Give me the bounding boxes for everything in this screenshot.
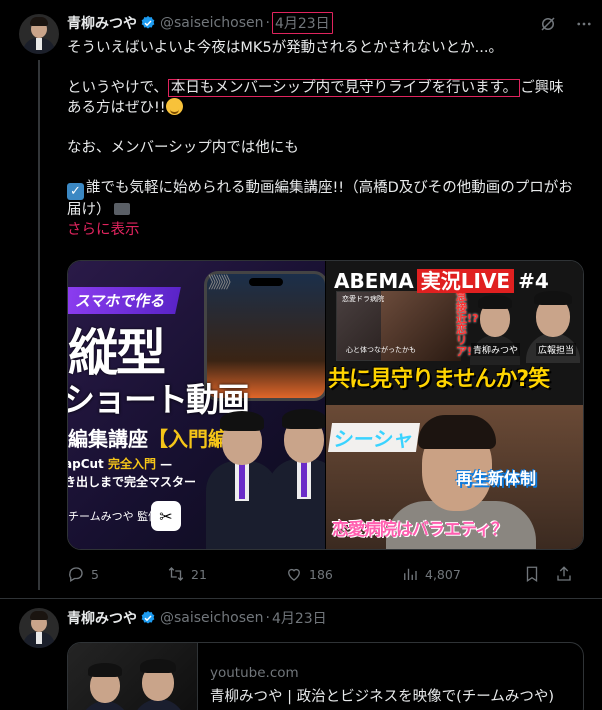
link-card-body: youtube.com 青柳みつや | 政治とビジネスを映像で(チームみつや) <box>198 643 566 710</box>
wink-emoji-icon <box>165 98 183 115</box>
author-handle[interactable]: @saiseichosen <box>160 610 263 626</box>
view-count: 4,807 <box>425 566 461 582</box>
repost-icon <box>168 567 184 581</box>
link-card-domain: youtube.com <box>210 665 299 681</box>
media-caption: 恋愛病院はバラエティ？ <box>332 519 508 540</box>
media-caption: apCut 完全入門 — <box>68 455 172 472</box>
author-handle[interactable]: @saiseichosen <box>160 15 263 31</box>
check-emoji-icon: ✓ <box>67 183 84 200</box>
post-date[interactable]: 4月23日 <box>271 12 333 34</box>
post-body: そういえばいよいよ今夜はMK5が発動されるとかされないとか...。 というやけで… <box>67 38 587 240</box>
media-headline: 共に見守りませんか?笑 <box>328 367 550 392</box>
course-title-text: 編集講座 <box>68 427 148 451</box>
person-hair <box>418 414 496 449</box>
media-right-column: 恋愛ドラ病院 心と体つながったかも 急接近!?恋リア! 青柳みつや 広報担当 A… <box>326 261 583 549</box>
vertical-caption: 急接近!?恋リア! <box>456 290 479 358</box>
media-image-left[interactable]: 》》》》 スマホで作る 縦型 ショート動画 編集講座【入門編】 apCut 完全… <box>68 261 325 549</box>
views-button[interactable]: 4,807 <box>401 565 523 583</box>
media-subtitle: ショート動画 <box>68 380 250 419</box>
author-name[interactable]: 青柳みつや <box>67 13 137 33</box>
media-caption: き出しまで完全マスター <box>68 475 197 489</box>
avatar[interactable] <box>19 608 59 648</box>
capcut-logo-icon: ✂ <box>151 501 181 531</box>
abema-logo-text: ABEMA <box>334 269 414 293</box>
like-count: 186 <box>309 566 333 582</box>
arrows-decoration: 》》》》 <box>208 273 239 292</box>
person-name-label: 広報担当 <box>536 343 577 356</box>
post-line-text: というやけで、 <box>67 80 168 96</box>
verified-badge-icon <box>141 16 155 29</box>
separator-dot: · <box>265 610 270 626</box>
media-badge: スマホで作る <box>68 287 181 314</box>
bookmark-button[interactable] <box>523 565 555 583</box>
post-header: 青柳みつや @saiseichosen · 4月23日 <box>67 12 333 34</box>
highlighted-text: 本日もメンバーシップ内で見守りライブを行います。 <box>167 79 521 97</box>
link-card-thumbnail <box>68 643 198 710</box>
post-line: ✓ 誰でも気軽に始められる動画編集講座!!（高橋D及びその他動画のプロがお <box>67 178 587 200</box>
reply-icon <box>69 567 83 582</box>
post-divider <box>0 598 602 599</box>
abema-title: ABEMA 実況LIVE #4 <box>334 265 549 294</box>
author-name[interactable]: 青柳みつや <box>67 608 137 628</box>
post-line-text: ある方はぜひ!! <box>67 100 166 116</box>
person-name-label: 青柳みつや <box>471 343 521 356</box>
post-line: なお、メンバーシップ内では他にも <box>67 140 299 156</box>
camera-emoji-icon <box>113 203 130 215</box>
post-line: そういえばいよいよ今夜はMK5が発動されるとかされないとか...。 <box>67 40 503 56</box>
media-caption: 再生新体制 <box>456 468 537 488</box>
link-card[interactable]: youtube.com 青柳みつや | 政治とビジネスを映像で(チームみつや) <box>67 642 584 710</box>
bookmark-icon <box>526 566 538 583</box>
views-icon <box>404 568 417 580</box>
post-line-text: 届け） <box>67 202 111 218</box>
media-credit: チームみつや 監修 <box>68 510 160 523</box>
live-label: 実況LIVE <box>416 269 515 293</box>
episode-number: #4 <box>518 269 549 293</box>
repost-count: 21 <box>191 566 207 582</box>
post-line: ある方はぜひ!! <box>67 98 587 118</box>
share-button[interactable] <box>555 565 579 583</box>
media-caption: シーシャ <box>327 422 420 452</box>
like-icon <box>288 568 300 581</box>
reply-count: 5 <box>91 566 99 582</box>
avatar[interactable] <box>19 14 59 54</box>
caption-dash: — <box>160 457 173 471</box>
post-line-text: 誰でも気軽に始められる動画編集講座!!（高橋D及びその他動画のプロがお <box>86 180 573 196</box>
media-image-top-right[interactable]: 恋愛ドラ病院 心と体つながったかも 急接近!?恋リア! 青柳みつや 広報担当 A… <box>326 261 583 405</box>
post-header: 青柳みつや @saiseichosen · 4月23日 <box>67 608 327 628</box>
link-card-title: 青柳みつや | 政治とビジネスを映像で(チームみつや) <box>210 689 554 705</box>
caption-highlight: 完全入門 <box>107 457 156 471</box>
grok-icon[interactable] <box>538 14 558 34</box>
scene-tag: 恋愛ドラ病院 <box>342 295 384 303</box>
separator-dot: · <box>265 15 270 31</box>
media-grid: 》》》》 スマホで作る 縦型 ショート動画 編集講座【入門編】 apCut 完全… <box>67 260 584 550</box>
post-line: というやけで、 本日もメンバーシップ内で見守りライブを行います。 ご興味 <box>67 78 587 98</box>
post-actions: 5 21 186 4,807 <box>67 564 587 584</box>
post-line: 届け） <box>67 200 587 220</box>
show-more-link[interactable]: さらに表示 <box>67 220 587 240</box>
media-image-bottom-right[interactable]: シーシャ 再生新体制 恋愛病院はバラエティ？ <box>326 404 583 549</box>
share-icon <box>557 566 571 581</box>
reply-button[interactable]: 5 <box>67 565 167 583</box>
repost-button[interactable]: 21 <box>167 565 285 583</box>
verified-badge-icon <box>141 611 155 624</box>
more-icon[interactable] <box>574 14 594 34</box>
thread-connector-line <box>38 60 40 590</box>
like-button[interactable]: 186 <box>285 565 401 583</box>
caption-text: apCut <box>68 457 104 471</box>
post-line-text: ご興味 <box>520 80 564 96</box>
scene-caption: 心と体つながったかも <box>346 346 416 354</box>
post-header-actions <box>538 14 594 34</box>
post-date[interactable]: 4月23日 <box>272 608 327 628</box>
